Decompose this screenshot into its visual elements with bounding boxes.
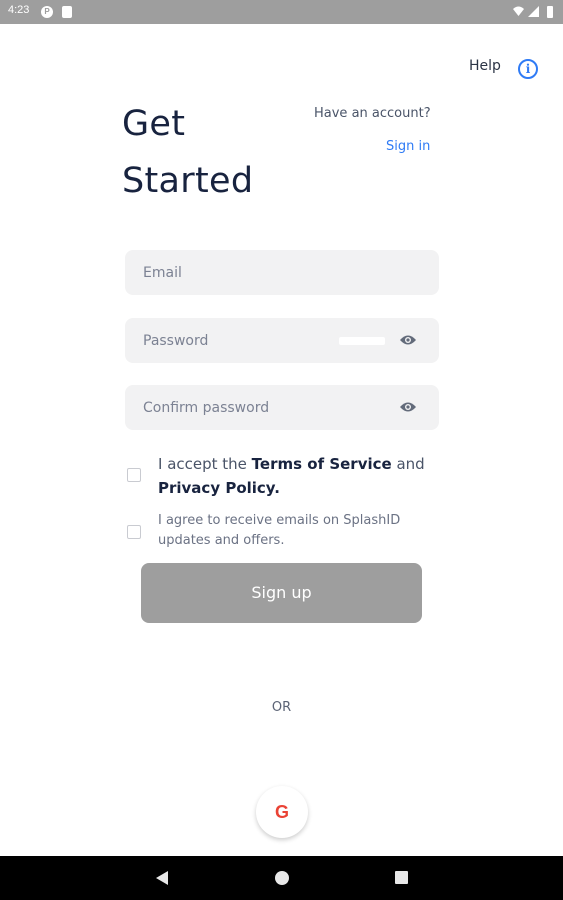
google-icon: G [274, 802, 289, 822]
back-icon[interactable] [155, 870, 169, 886]
eye-icon[interactable] [399, 400, 417, 414]
confirm-password-field-container [125, 385, 439, 430]
page-title-line1: Get [122, 104, 186, 144]
home-icon[interactable] [275, 871, 289, 885]
recents-icon[interactable] [395, 871, 408, 884]
password-field[interactable] [125, 318, 439, 363]
google-sign-in-button[interactable]: G [256, 786, 308, 838]
status-bar: 4:23 P [0, 0, 563, 24]
sd-card-icon [62, 6, 72, 18]
confirm-password-field[interactable] [125, 385, 439, 430]
sign-in-link[interactable]: Sign in [386, 139, 430, 154]
terms-of-service-link[interactable]: Terms of Service [252, 455, 392, 473]
email-field[interactable] [125, 250, 439, 295]
help-label[interactable]: Help [469, 58, 501, 74]
terms-checkbox[interactable] [127, 468, 141, 482]
terms-middle: and [391, 455, 425, 473]
notification-icon: P [41, 6, 53, 18]
wifi-icon [513, 6, 524, 16]
status-icons [513, 6, 553, 18]
help-link[interactable]: Help i [469, 58, 538, 79]
signal-icon [528, 6, 539, 17]
terms-prefix: I accept the [158, 455, 252, 473]
password-autofill-highlight [339, 337, 385, 345]
sign-up-button[interactable]: Sign up [141, 563, 422, 623]
info-icon[interactable]: i [518, 59, 538, 79]
page-title-line2: Started [122, 161, 254, 201]
emails-opt-in-label: I agree to receive emails on SplashID up… [158, 513, 401, 548]
have-account-label: Have an account? [314, 106, 431, 121]
eye-icon[interactable] [399, 333, 417, 347]
emails-opt-in-checkbox[interactable] [127, 525, 141, 539]
page-title: Get Started [122, 96, 253, 210]
status-time: 4:23 [8, 4, 30, 16]
privacy-policy-link[interactable]: Privacy Policy. [158, 479, 280, 497]
or-divider: OR [271, 700, 292, 715]
terms-label: I accept the Terms of Service and Privac… [158, 452, 448, 500]
navigation-bar [0, 856, 563, 900]
battery-icon [547, 6, 553, 18]
password-field-container [125, 318, 439, 363]
email-field-container [125, 250, 439, 295]
